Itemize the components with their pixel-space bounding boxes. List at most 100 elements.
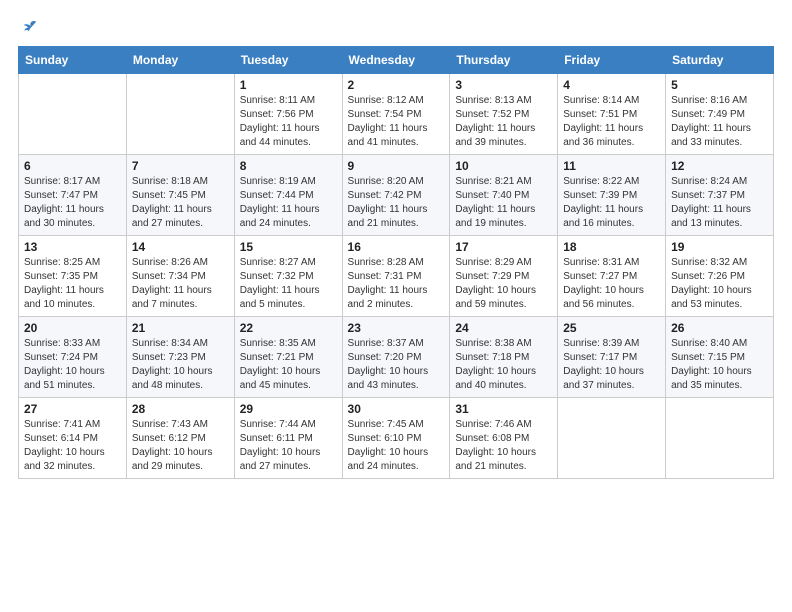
weekday-header-wednesday: Wednesday [342, 47, 450, 74]
day-info: Sunrise: 8:16 AM Sunset: 7:49 PM Dayligh… [671, 94, 768, 150]
day-info: Sunrise: 8:39 AM Sunset: 7:17 PM Dayligh… [563, 337, 660, 393]
calendar-cell: 30Sunrise: 7:45 AM Sunset: 6:10 PM Dayli… [342, 398, 450, 479]
week-row-1: 1Sunrise: 8:11 AM Sunset: 7:56 PM Daylig… [19, 74, 774, 155]
logo [18, 18, 38, 36]
week-row-5: 27 Sunrise: 7:41 AM Sunset: 6:14 PM Dayli… [19, 398, 774, 479]
weekday-header-tuesday: Tuesday [234, 47, 342, 74]
day-number: 5 [671, 78, 768, 92]
calendar-cell: 31 Sunrise: 7:46 AM Sunset: 6:08 PM Dayli… [450, 398, 558, 479]
calendar-cell [666, 398, 774, 479]
calendar-cell: 16 Sunrise: 8:28 AM Sunset: 7:31 PM Dayli… [342, 236, 450, 317]
day-number: 4 [563, 78, 660, 92]
calendar-cell: 21 Sunrise: 8:34 AM Sunset: 7:23 PM Dayli… [126, 317, 234, 398]
calendar-cell: 29 Sunrise: 7:44 AM Sunset: 6:11 PM Dayli… [234, 398, 342, 479]
day-number: 13 [24, 240, 121, 254]
day-info: Sunrise: 8:21 AM Sunset: 7:40 PM Dayligh… [455, 175, 552, 231]
weekday-header-friday: Friday [558, 47, 666, 74]
day-info: Sunrise: 8:34 AM Sunset: 7:23 PM Dayligh… [132, 337, 229, 393]
day-number: 20 [24, 321, 121, 335]
calendar-cell: 15 Sunrise: 8:27 AM Sunset: 7:32 PM Dayli… [234, 236, 342, 317]
day-number: 10 [455, 159, 552, 173]
calendar-cell: 8 Sunrise: 8:19 AM Sunset: 7:44 PM Daylig… [234, 155, 342, 236]
page: SundayMondayTuesdayWednesdayThursdayFrid… [0, 0, 792, 612]
weekday-header-saturday: Saturday [666, 47, 774, 74]
day-info: Sunrise: 8:28 AM Sunset: 7:31 PM Dayligh… [348, 256, 445, 312]
day-number: 26 [671, 321, 768, 335]
calendar-cell: 22 Sunrise: 8:35 AM Sunset: 7:21 PM Dayli… [234, 317, 342, 398]
day-number: 24 [455, 321, 552, 335]
day-info: Sunrise: 7:45 AM Sunset: 6:10 PM Dayligh… [348, 418, 445, 474]
calendar-cell: 5 Sunrise: 8:16 AM Sunset: 7:49 PM Daylig… [666, 74, 774, 155]
calendar-cell: 19 Sunrise: 8:32 AM Sunset: 7:26 PM Dayli… [666, 236, 774, 317]
calendar-cell: 20 Sunrise: 8:33 AM Sunset: 7:24 PM Dayli… [19, 317, 127, 398]
day-number: 8 [240, 159, 337, 173]
day-info: Sunrise: 8:31 AM Sunset: 7:27 PM Dayligh… [563, 256, 660, 312]
day-info: Sunrise: 8:37 AM Sunset: 7:20 PM Dayligh… [348, 337, 445, 393]
day-info: Sunrise: 8:40 AM Sunset: 7:15 PM Dayligh… [671, 337, 768, 393]
day-info: Sunrise: 8:38 AM Sunset: 7:18 PM Dayligh… [455, 337, 552, 393]
calendar-cell: 14 Sunrise: 8:26 AM Sunset: 7:34 PM Dayli… [126, 236, 234, 317]
day-info: Sunrise: 7:46 AM Sunset: 6:08 PM Dayligh… [455, 418, 552, 474]
day-info: Sunrise: 8:27 AM Sunset: 7:32 PM Dayligh… [240, 256, 337, 312]
calendar-cell [558, 398, 666, 479]
calendar-cell [19, 74, 127, 155]
day-number: 18 [563, 240, 660, 254]
week-row-3: 13 Sunrise: 8:25 AM Sunset: 7:35 PM Dayli… [19, 236, 774, 317]
weekday-header-sunday: Sunday [19, 47, 127, 74]
calendar-cell: 4Sunrise: 8:14 AM Sunset: 7:51 PM Daylig… [558, 74, 666, 155]
day-number: 28 [132, 402, 229, 416]
calendar-cell: 7 Sunrise: 8:18 AM Sunset: 7:45 PM Daylig… [126, 155, 234, 236]
day-number: 16 [348, 240, 445, 254]
day-number: 25 [563, 321, 660, 335]
calendar-cell: 28 Sunrise: 7:43 AM Sunset: 6:12 PM Dayli… [126, 398, 234, 479]
day-info: Sunrise: 8:17 AM Sunset: 7:47 PM Dayligh… [24, 175, 121, 231]
day-number: 1 [240, 78, 337, 92]
day-number: 27 [24, 402, 121, 416]
day-info: Sunrise: 8:24 AM Sunset: 7:37 PM Dayligh… [671, 175, 768, 231]
day-number: 19 [671, 240, 768, 254]
day-number: 11 [563, 159, 660, 173]
day-info: Sunrise: 8:13 AM Sunset: 7:52 PM Dayligh… [455, 94, 552, 150]
calendar-cell: 11 Sunrise: 8:22 AM Sunset: 7:39 PM Dayli… [558, 155, 666, 236]
day-number: 3 [455, 78, 552, 92]
day-number: 21 [132, 321, 229, 335]
calendar-cell: 27 Sunrise: 7:41 AM Sunset: 6:14 PM Dayli… [19, 398, 127, 479]
day-number: 2 [348, 78, 445, 92]
day-number: 6 [24, 159, 121, 173]
day-info: Sunrise: 8:22 AM Sunset: 7:39 PM Dayligh… [563, 175, 660, 231]
day-number: 9 [348, 159, 445, 173]
day-number: 14 [132, 240, 229, 254]
day-number: 15 [240, 240, 337, 254]
calendar-cell: 9Sunrise: 8:20 AM Sunset: 7:42 PM Daylig… [342, 155, 450, 236]
weekday-header-monday: Monday [126, 47, 234, 74]
day-info: Sunrise: 8:18 AM Sunset: 7:45 PM Dayligh… [132, 175, 229, 231]
day-number: 17 [455, 240, 552, 254]
day-number: 29 [240, 402, 337, 416]
calendar-cell: 24 Sunrise: 8:38 AM Sunset: 7:18 PM Dayli… [450, 317, 558, 398]
day-info: Sunrise: 7:44 AM Sunset: 6:11 PM Dayligh… [240, 418, 337, 474]
calendar-cell: 17Sunrise: 8:29 AM Sunset: 7:29 PM Dayli… [450, 236, 558, 317]
calendar-cell: 3 Sunrise: 8:13 AM Sunset: 7:52 PM Daylig… [450, 74, 558, 155]
day-info: Sunrise: 8:32 AM Sunset: 7:26 PM Dayligh… [671, 256, 768, 312]
day-number: 22 [240, 321, 337, 335]
calendar-cell: 18 Sunrise: 8:31 AM Sunset: 7:27 PM Dayli… [558, 236, 666, 317]
weekday-header-thursday: Thursday [450, 47, 558, 74]
calendar-cell [126, 74, 234, 155]
day-info: Sunrise: 8:19 AM Sunset: 7:44 PM Dayligh… [240, 175, 337, 231]
header [18, 18, 774, 36]
logo-bird-icon [20, 18, 38, 36]
day-info: Sunrise: 8:25 AM Sunset: 7:35 PM Dayligh… [24, 256, 121, 312]
calendar-cell: 13 Sunrise: 8:25 AM Sunset: 7:35 PM Dayli… [19, 236, 127, 317]
day-info: Sunrise: 7:41 AM Sunset: 6:14 PM Dayligh… [24, 418, 121, 474]
calendar-cell: 2 Sunrise: 8:12 AM Sunset: 7:54 PM Daylig… [342, 74, 450, 155]
day-info: Sunrise: 7:43 AM Sunset: 6:12 PM Dayligh… [132, 418, 229, 474]
day-info: Sunrise: 8:12 AM Sunset: 7:54 PM Dayligh… [348, 94, 445, 150]
day-number: 31 [455, 402, 552, 416]
day-info: Sunrise: 8:33 AM Sunset: 7:24 PM Dayligh… [24, 337, 121, 393]
calendar-cell: 6 Sunrise: 8:17 AM Sunset: 7:47 PM Daylig… [19, 155, 127, 236]
week-row-4: 20 Sunrise: 8:33 AM Sunset: 7:24 PM Dayli… [19, 317, 774, 398]
day-info: Sunrise: 8:26 AM Sunset: 7:34 PM Dayligh… [132, 256, 229, 312]
calendar-cell: 26 Sunrise: 8:40 AM Sunset: 7:15 PM Dayli… [666, 317, 774, 398]
day-number: 7 [132, 159, 229, 173]
day-info: Sunrise: 8:35 AM Sunset: 7:21 PM Dayligh… [240, 337, 337, 393]
